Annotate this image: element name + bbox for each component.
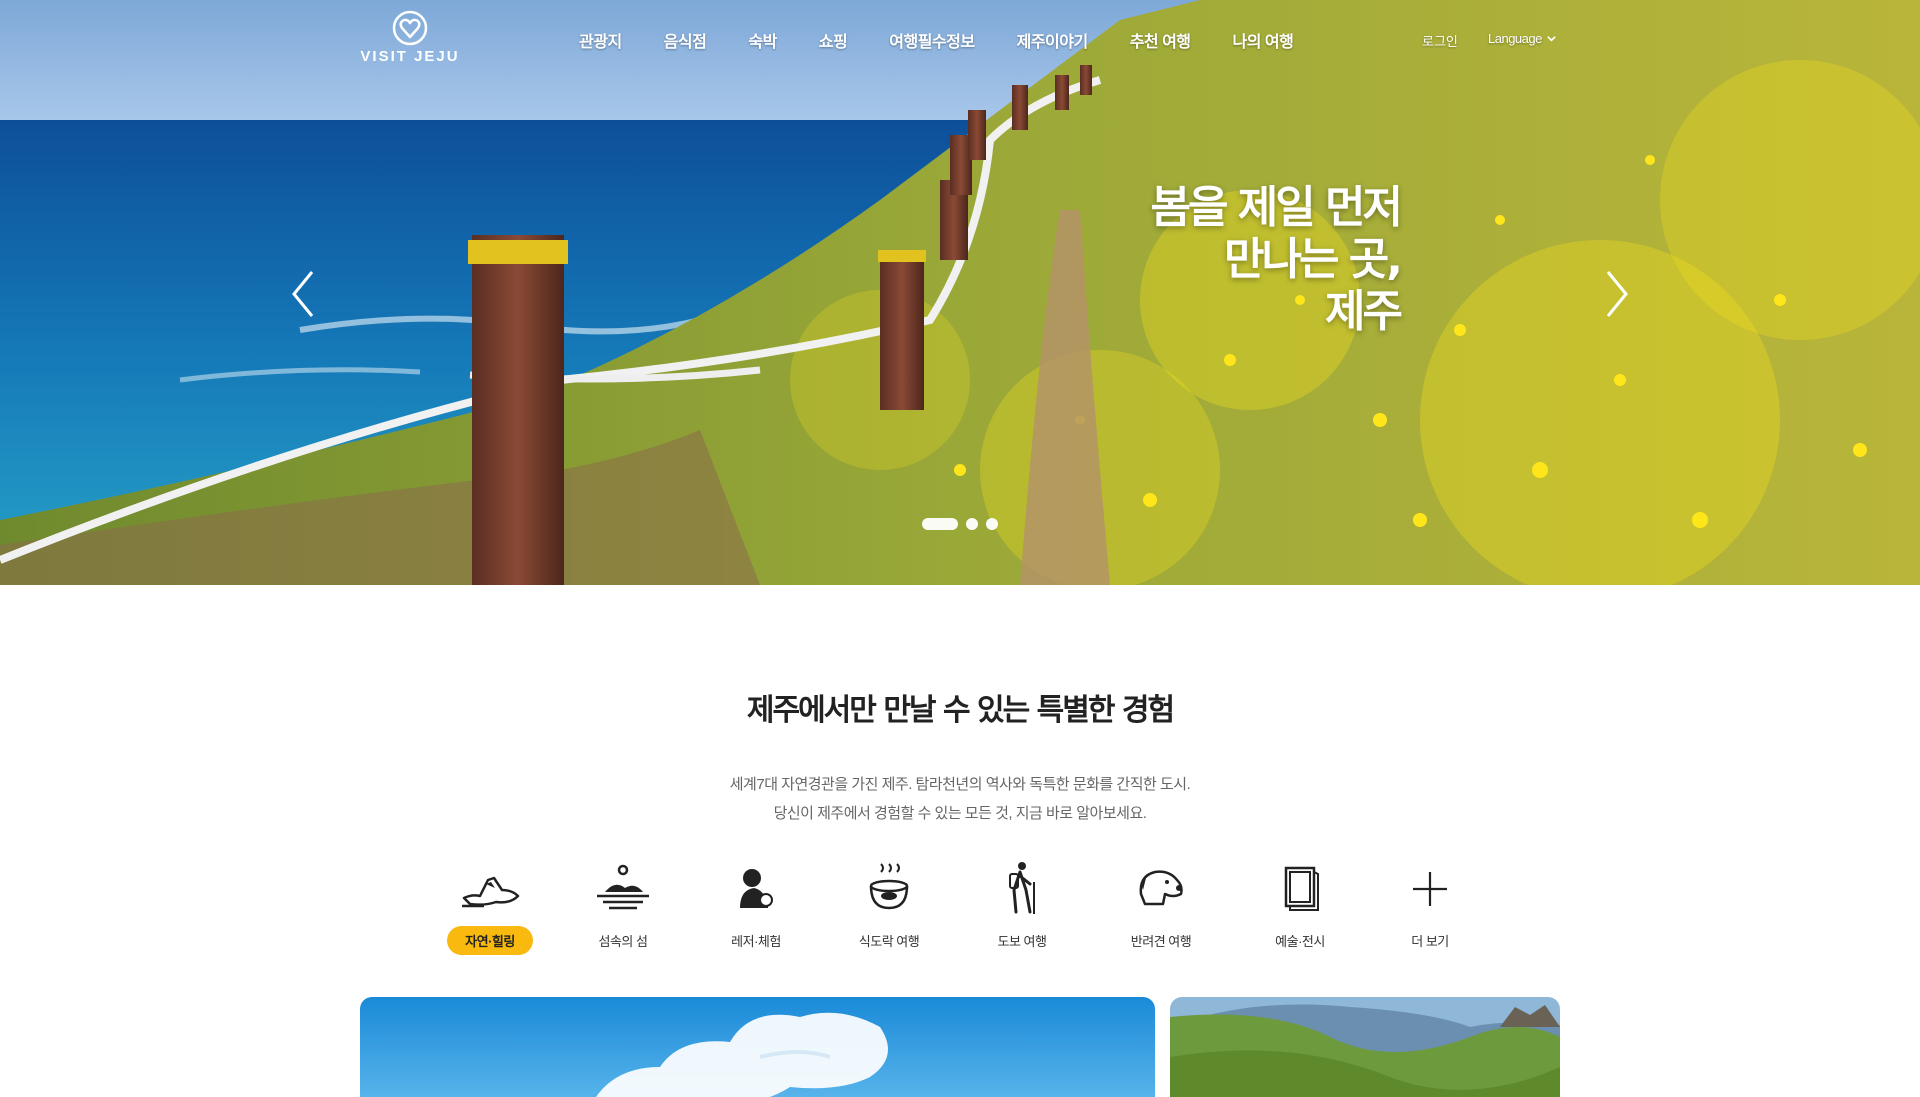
menu-item-shopping[interactable]: 쇼핑 — [798, 28, 868, 52]
hiker-icon — [1009, 862, 1035, 914]
leisure-icon — [740, 869, 773, 908]
category-food[interactable]: 식도락 여행 — [829, 860, 949, 955]
hero-banner: VISIT JEJU 관광지 음식점 숙박 쇼핑 여행필수정보 제주이야기 추천… — [0, 0, 1920, 585]
category-island[interactable]: 섬속의 섬 — [563, 860, 683, 955]
frame-icon — [1284, 866, 1319, 911]
language-selector[interactable]: Language — [1488, 31, 1557, 46]
heart-logo-icon — [392, 10, 428, 46]
category-label: 도보 여행 — [997, 934, 1047, 949]
category-walking[interactable]: 도보 여행 — [962, 860, 1082, 955]
category-label: 자연·힐링 — [447, 926, 533, 955]
category-more[interactable]: 더 보기 — [1370, 860, 1490, 955]
slide-dot-1[interactable] — [922, 518, 958, 530]
category-nature-healing[interactable]: 자연·힐링 — [430, 860, 550, 955]
category-label: 예술·전시 — [1275, 934, 1325, 949]
logo[interactable]: VISIT JEJU — [358, 10, 462, 66]
headline-line-1: 봄을 제일 먼저 — [1150, 182, 1403, 233]
headline-line-2: 만나는 곳, — [1224, 234, 1403, 285]
menu-item-recommended[interactable]: 추천 여행 — [1109, 28, 1212, 52]
dog-icon — [1139, 870, 1183, 906]
slide-dot-3[interactable] — [986, 518, 998, 530]
menu-item-jeju-story[interactable]: 제주이야기 — [996, 28, 1109, 52]
island-icon — [597, 864, 649, 910]
section-description: 세계7대 자연경관을 가진 제주. 탐라천년의 역사와 독특한 문화를 간직한 … — [0, 770, 1920, 828]
chevron-right-icon — [1606, 271, 1628, 317]
category-label: 섬속의 섬 — [598, 934, 648, 949]
card-image-sky — [360, 997, 1155, 1097]
plus-icon — [1413, 872, 1447, 906]
menu-item-restaurants[interactable]: 음식점 — [643, 28, 728, 52]
mountain-icon — [462, 876, 520, 908]
slide-prev-button[interactable] — [284, 266, 324, 322]
description-line-1: 세계7대 자연경관을 가진 제주. 탐라천년의 역사와 독특한 문화를 간직한 … — [729, 776, 1191, 793]
description-line-2: 당신이 제주에서 경험할 수 있는 모든 것, 지금 바로 알아보세요. — [773, 805, 1147, 822]
section-title: 제주에서만 만날 수 있는 특별한 경험 — [746, 693, 1175, 728]
login-link[interactable]: 로그인 — [1422, 31, 1458, 50]
brand-name: VISIT JEJU — [360, 48, 460, 65]
menu-item-travel-info[interactable]: 여행필수정보 — [868, 28, 995, 52]
slide-next-button[interactable] — [1596, 266, 1636, 322]
menu-item-accommodation[interactable]: 숙박 — [727, 28, 797, 52]
category-art[interactable]: 예술·전시 — [1240, 860, 1360, 955]
main-menu: 관광지 음식점 숙박 쇼핑 여행필수정보 제주이야기 추천 여행 나의 여행 — [558, 28, 1314, 52]
slide-dot-2[interactable] — [966, 518, 978, 530]
feature-card-2[interactable] — [1170, 997, 1560, 1097]
food-bowl-icon — [869, 863, 909, 910]
slide-pagination — [922, 518, 998, 530]
category-label: 반려견 여행 — [1130, 934, 1192, 949]
category-label: 레저·체험 — [731, 934, 781, 949]
language-label: Language — [1488, 31, 1542, 46]
menu-item-my-trip[interactable]: 나의 여행 — [1212, 28, 1315, 52]
hero-headline: 봄을 제일 먼저 만나는 곳, 제주 — [1150, 182, 1403, 338]
top-navigation: VISIT JEJU 관광지 음식점 숙박 쇼핑 여행필수정보 제주이야기 추천… — [0, 0, 1920, 80]
category-pet[interactable]: 반려견 여행 — [1101, 860, 1221, 955]
category-label: 식도락 여행 — [858, 934, 920, 949]
chevron-left-icon — [292, 271, 314, 317]
menu-item-attractions[interactable]: 관광지 — [558, 28, 643, 52]
feature-card-1[interactable] — [360, 997, 1155, 1097]
category-tabs: 자연·힐링 섬속의 섬 레저·체험 식도락 여행 도보 여행 반려견 여행 예술… — [430, 860, 1500, 960]
category-label: 더 보기 — [1411, 934, 1449, 949]
headline-line-3: 제주 — [1325, 286, 1403, 337]
chevron-down-icon — [1547, 36, 1556, 42]
category-leisure[interactable]: 레저·체험 — [696, 860, 816, 955]
card-image-mountain — [1170, 997, 1560, 1097]
